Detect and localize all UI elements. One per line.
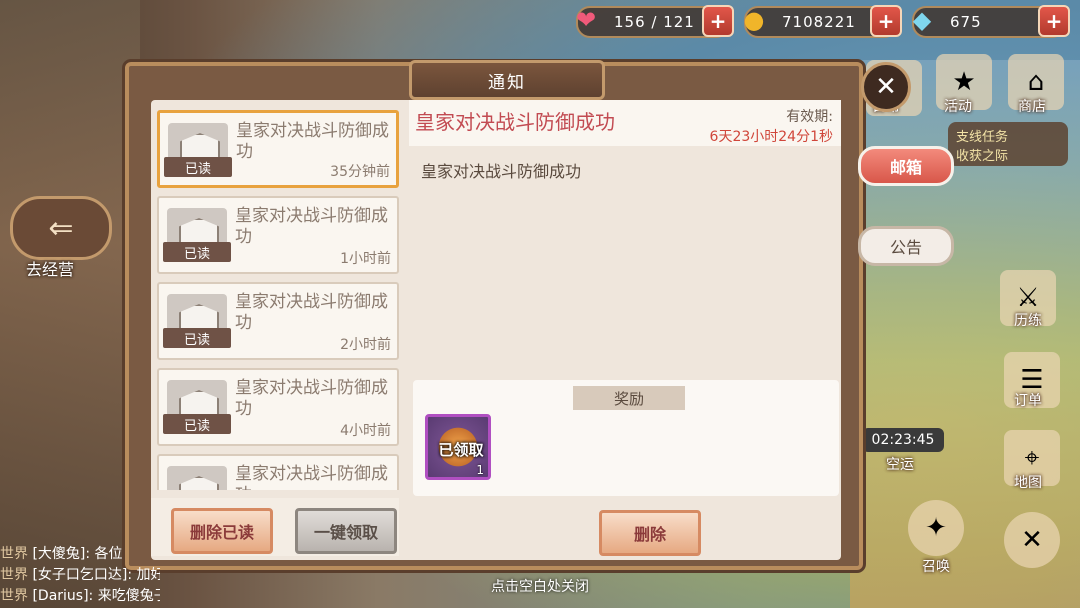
mail-detail-header: 皇家对决战斗防御成功 有效期: 6天23小时24分1秒	[409, 100, 841, 146]
reward-item[interactable]: 已领取 1	[425, 414, 491, 480]
tab-announcement[interactable]: 公告	[858, 226, 954, 266]
mail-title: 皇家对决战斗防御成功	[235, 464, 388, 490]
read-badge: 已读	[163, 414, 231, 434]
training-label: 历练	[1014, 313, 1042, 329]
close-button[interactable]: ✕	[861, 62, 911, 112]
chat-message: 世界 [大傻兔]: 各位	[0, 544, 160, 565]
stamina-value: 156 / 121	[614, 13, 695, 31]
claim-all-button[interactable]: 一键领取	[295, 508, 397, 554]
notification-panel: 通知 ✕ 已读 皇家对决战斗防御成功 35分钟前 已读 皇家对决战斗防御成功 1…	[125, 60, 911, 570]
mail-detail-title: 皇家对决战斗防御成功	[415, 110, 615, 134]
add-coin-button[interactable]: +	[870, 5, 902, 37]
chat-text: [大傻兔]: 各位	[32, 546, 123, 562]
add-stamina-button[interactable]: +	[702, 5, 734, 37]
events-label: 活动	[944, 99, 972, 115]
go-manage-button[interactable]: ⇐	[10, 196, 112, 260]
mail-title: 皇家对决战斗防御成功	[235, 206, 388, 247]
mail-item[interactable]: 已读 皇家对决战斗防御成功 2小时前	[157, 282, 399, 360]
quest-title: 支线任务	[956, 130, 1009, 145]
mail-time: 35分钟前	[330, 164, 390, 180]
read-badge: 已读	[163, 242, 231, 262]
mail-time: 1小时前	[340, 251, 391, 267]
reward-section: 奖励 已领取 1	[413, 380, 839, 496]
mail-item[interactable]: 已读 皇家对决战斗防御成功 4小时前	[157, 368, 399, 446]
mail-title: 皇家对决战斗防御成功	[235, 378, 388, 419]
gem-value: 675	[950, 13, 982, 31]
gem-counter: ◆ 675 +	[912, 5, 1070, 38]
heart-icon: ❤	[575, 6, 597, 34]
quest-subtitle: 收获之际	[956, 149, 1009, 164]
shipping-label: 空运	[886, 457, 914, 473]
side-quest-banner[interactable]: 支线任务 收获之际	[948, 122, 1068, 166]
delete-read-button[interactable]: 删除已读	[171, 508, 273, 554]
delete-button[interactable]: 删除	[599, 510, 701, 556]
mail-time: 2小时前	[340, 337, 391, 353]
mail-item[interactable]: 皇家对决战斗防御成功	[157, 454, 399, 490]
panel-body: 已读 皇家对决战斗防御成功 35分钟前 已读 皇家对决战斗防御成功 1小时前 已…	[151, 100, 841, 560]
add-gem-button[interactable]: +	[1038, 5, 1070, 37]
summon-icon[interactable]: ✦	[908, 500, 964, 556]
left-scenery	[0, 0, 140, 608]
chat-channel: 世界	[0, 546, 28, 562]
map-label: 地图	[1014, 475, 1042, 491]
shop-label: 商店	[1018, 99, 1046, 115]
arrow-left-icon: ⇐	[48, 210, 74, 246]
claimed-stamp: 已领取	[438, 441, 484, 459]
go-manage-label: 去经营	[26, 260, 75, 279]
coin-counter: ● 7108221 +	[744, 5, 902, 38]
envelope-icon	[167, 466, 227, 490]
close-icon: ✕	[875, 72, 897, 102]
dining-icon[interactable]: ✕	[1004, 512, 1060, 568]
coin-value: 7108221	[782, 13, 856, 31]
expiry-value: 6天23小时24分1秒	[709, 129, 833, 145]
panel-title: 通知	[409, 60, 605, 100]
mail-detail-body: 皇家对决战斗防御成功	[413, 152, 837, 372]
stamina-counter: ❤ 156 / 121 +	[576, 5, 734, 38]
close-hint: 点击空白处关闭	[491, 579, 589, 595]
expiry-label: 有效期:	[786, 109, 833, 125]
reward-label: 奖励	[573, 386, 685, 410]
mail-item[interactable]: 已读 皇家对决战斗防御成功 35分钟前	[157, 110, 399, 188]
tab-mailbox[interactable]: 邮箱	[858, 146, 954, 186]
coin-icon: ●	[743, 6, 765, 34]
shipping-timer: 02:23:45	[862, 428, 944, 452]
mail-item[interactable]: 已读 皇家对决战斗防御成功 1小时前	[157, 196, 399, 274]
resource-bar: ❤ 156 / 121 + ● 7108221 + ◆ 675 +	[576, 5, 1070, 38]
orders-label: 订单	[1014, 393, 1042, 409]
read-badge: 已读	[163, 328, 231, 348]
mail-list[interactable]: 已读 皇家对决战斗防御成功 35分钟前 已读 皇家对决战斗防御成功 1小时前 已…	[157, 110, 403, 490]
mail-title: 皇家对决战斗防御成功	[235, 292, 388, 333]
summon-label: 召唤	[922, 559, 950, 575]
read-badge: 已读	[164, 157, 232, 177]
mail-time: 4小时前	[340, 423, 391, 439]
gem-icon: ◆	[912, 6, 932, 34]
reward-count: 1	[476, 463, 484, 477]
mail-content: 皇家对决战斗防御成功	[421, 162, 582, 181]
mail-title: 皇家对决战斗防御成功	[236, 121, 389, 162]
